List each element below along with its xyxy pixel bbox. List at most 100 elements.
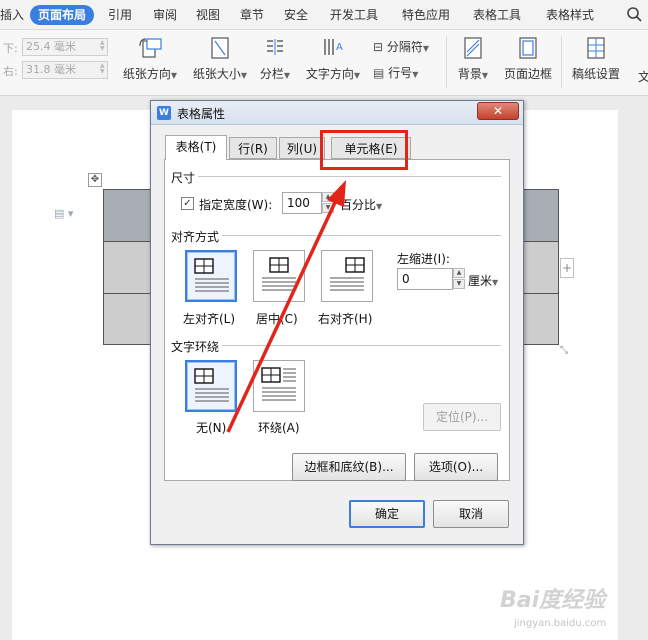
ribbon-more-button[interactable]: 文 <box>638 68 648 86</box>
paper-orientation-button[interactable]: 纸张方向▼ <box>120 36 180 82</box>
paper-size-button[interactable]: 纸张大小▼ <box>190 36 250 82</box>
group-divider <box>171 176 501 177</box>
paper-size-icon <box>211 37 229 59</box>
borders-shading-button[interactable]: 边框和底纹(B)... <box>292 453 406 481</box>
page-border-icon <box>519 37 537 59</box>
wrap-around-label: 环绕(A) <box>258 421 300 435</box>
ribbon-panel: 下: 25.4 毫米 ▲ ▼ 右: 31.8 毫米 ▲ ▼ 纸张方向▼ 纸张大小▼ … <box>0 30 648 96</box>
line-number-label: 行号 <box>388 66 413 80</box>
menu-tab-features[interactable]: 特色应用 <box>402 5 450 25</box>
specify-width-checkbox[interactable]: ✓ <box>181 197 194 210</box>
position-button[interactable]: 定位(P)... <box>423 403 501 431</box>
indent-unit-select[interactable]: 厘米▼ <box>468 272 498 289</box>
separator-icon: ⊟ <box>373 40 384 54</box>
menu-tab-view[interactable]: 视图 <box>196 5 220 25</box>
tab-panel-table: 尺寸 ✓ 指定宽度(W): 100 ▲ ▼ 百分比▼ 对齐方式 左对齐(L) 居… <box>164 159 510 481</box>
width-input[interactable]: 100 <box>282 192 322 214</box>
align-left-icon <box>194 258 229 292</box>
align-left-option[interactable] <box>185 250 237 302</box>
menu-tab-developer[interactable]: 开发工具 <box>330 5 378 25</box>
background-button[interactable]: 背景▼ <box>452 36 494 82</box>
wrap-none-option[interactable] <box>185 360 237 412</box>
menu-tab-insert[interactable]: 插入 <box>0 5 24 25</box>
indent-up-icon[interactable]: ▲ <box>453 268 465 278</box>
margin-right-field[interactable]: 右: 31.8 毫米 ▲ ▼ <box>0 61 110 79</box>
align-group-title: 对齐方式 <box>171 228 223 245</box>
close-button[interactable]: ✕ <box>477 102 519 120</box>
wrap-around-option[interactable] <box>253 360 305 412</box>
grid-paper-button[interactable]: 稿纸设置 <box>568 36 624 82</box>
tab-row[interactable]: 行(R) <box>229 137 277 159</box>
highlight-box <box>320 130 408 170</box>
align-right-option[interactable] <box>321 250 373 302</box>
paper-size-label: 纸张大小 <box>192 67 241 81</box>
page-border-label: 页面边框 <box>503 67 552 81</box>
menu-tab-references[interactable]: 引用 <box>108 5 132 25</box>
ok-button[interactable]: 确定 <box>349 500 425 528</box>
specify-width-label: 指定宽度(W): <box>199 198 273 212</box>
separator-button[interactable]: ⊟ 分隔符▼ <box>373 38 429 56</box>
table-move-handle-icon[interactable]: ✥ <box>88 173 102 187</box>
tab-table[interactable]: 表格(T) <box>165 135 227 160</box>
margin-bottom-field[interactable]: 下: 25.4 毫米 ▲ ▼ <box>0 38 110 56</box>
wrap-none-label: 无(N) <box>196 421 227 435</box>
wrap-group-title: 文字环绕 <box>171 338 223 355</box>
columns-icon <box>267 39 283 55</box>
margin-bottom-input[interactable]: 25.4 毫米 <box>22 38 108 56</box>
table-resize-icon[interactable]: ⤡ <box>560 345 574 359</box>
grid-paper-label: 稿纸设置 <box>571 67 620 81</box>
options-button[interactable]: 选项(O)... <box>414 453 498 481</box>
line-number-button[interactable]: ▤ 行号▼ <box>373 64 418 82</box>
background-label: 背景 <box>457 67 482 81</box>
columns-button[interactable]: 分栏▼ <box>255 36 295 82</box>
width-up-icon[interactable]: ▲ <box>322 192 334 202</box>
separator-label: 分隔符 <box>386 40 423 54</box>
paragraph-handle-icon[interactable]: ▤ ▾ <box>54 207 78 221</box>
align-left-label: 左对齐(L) <box>183 312 236 326</box>
svg-text:A: A <box>336 42 343 53</box>
text-direction-icon: A <box>324 39 343 55</box>
menu-tab-page-layout[interactable]: 页面布局 <box>30 5 95 25</box>
add-column-icon[interactable]: + <box>560 258 574 278</box>
indent-input[interactable]: 0 <box>397 268 453 290</box>
page-border-button[interactable]: 页面边框 <box>500 36 556 82</box>
menu-tab-review[interactable]: 审阅 <box>153 5 177 25</box>
wrap-none-icon <box>194 368 229 402</box>
margin-right-input[interactable]: 31.8 毫米 <box>22 61 108 79</box>
size-group-title: 尺寸 <box>171 169 199 186</box>
indent-unit-label: 厘米 <box>468 274 493 288</box>
columns-label: 分栏 <box>259 67 284 81</box>
baidu-jingyan-watermark: Bai度经验 jingyan.baidu.com <box>500 578 640 638</box>
spinner-icon[interactable]: ▲ ▼ <box>100 40 108 52</box>
dialog-titlebar[interactable]: W 表格属性 ✕ <box>151 101 523 125</box>
ribbon-divider <box>561 36 562 88</box>
align-center-icon <box>262 257 296 291</box>
spinner-icon[interactable]: ▲ ▼ <box>100 63 108 75</box>
ribbon-tab-bar: 插入 页面布局 引用 审阅 视图 章节 安全 开发工具 特色应用 表格工具 表格… <box>0 0 648 30</box>
line-number-icon: ▤ <box>373 66 385 80</box>
text-direction-button[interactable]: A 文字方向▼ <box>303 36 363 82</box>
text-direction-label: 文字方向 <box>305 67 354 81</box>
cancel-button[interactable]: 取消 <box>433 500 509 528</box>
paper-orientation-icon <box>139 38 162 58</box>
menu-tab-security[interactable]: 安全 <box>284 5 308 25</box>
width-unit-select[interactable]: 百分比▼ <box>340 196 382 213</box>
menu-tab-chapter[interactable]: 章节 <box>240 5 264 25</box>
align-right-label: 右对齐(H) <box>318 312 373 326</box>
wps-app-icon: W <box>157 106 171 120</box>
width-down-icon[interactable]: ▼ <box>322 203 334 213</box>
dialog-title: 表格属性 <box>177 107 226 121</box>
search-icon[interactable] <box>625 6 645 24</box>
ribbon-divider <box>446 36 447 88</box>
indent-down-icon[interactable]: ▼ <box>453 279 465 289</box>
vertical-scrollbar[interactable] <box>628 96 648 640</box>
indent-label: 左缩进(I): <box>397 252 450 266</box>
background-icon <box>464 37 482 59</box>
menu-tab-table-tools[interactable]: 表格工具 <box>473 5 521 25</box>
tab-column[interactable]: 列(U) <box>279 137 325 159</box>
paper-orientation-label: 纸张方向 <box>122 67 171 81</box>
grid-paper-icon <box>587 37 605 59</box>
watermark-site: jingyan.baidu.com <box>514 618 607 629</box>
menu-tab-table-style[interactable]: 表格样式 <box>546 5 594 25</box>
align-center-option[interactable] <box>253 250 305 302</box>
